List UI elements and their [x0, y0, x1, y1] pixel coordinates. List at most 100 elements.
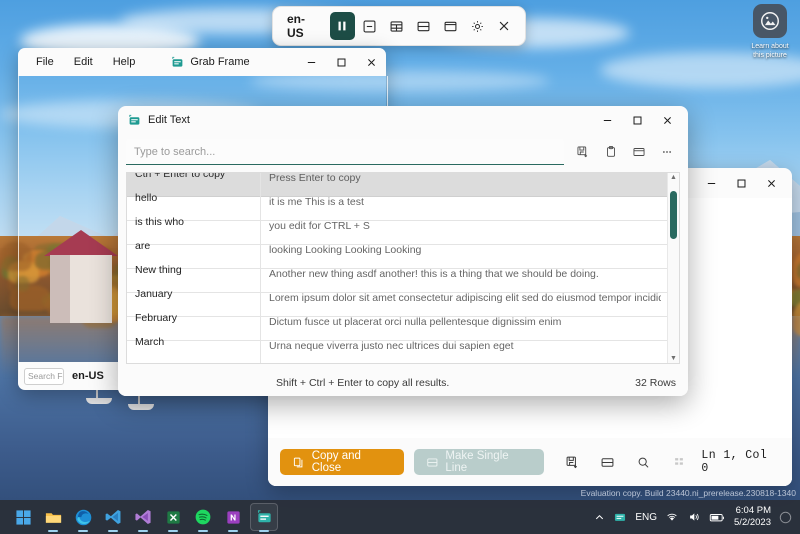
grab-maximize-button[interactable]	[326, 51, 356, 73]
table-scrollbar[interactable]: ▲ ▼	[667, 173, 679, 363]
grab-frame-titlebar[interactable]: File Edit Help Grab Frame	[18, 48, 386, 76]
settings-button[interactable]	[465, 12, 490, 40]
search-icon	[636, 455, 651, 470]
file-explorer-icon	[44, 508, 63, 527]
edit-text-search-row[interactable]: Type to search...	[118, 134, 688, 170]
grid-button[interactable]	[666, 449, 691, 475]
spotify-button[interactable]	[190, 504, 216, 530]
ocr-results-table[interactable]: Ctrl + Enter to copy Press Enter to copy…	[126, 172, 680, 364]
more-options-button[interactable]	[654, 139, 680, 165]
close-icon	[366, 57, 377, 68]
edit-text-close-button[interactable]	[652, 109, 682, 131]
cell-value: Lorem ipsum dolor sit amet consectetur a…	[261, 292, 661, 318]
menu-edit[interactable]: Edit	[64, 53, 103, 71]
evaluation-watermark: Evaluation copy. Build 23440.ni_prerelea…	[581, 488, 796, 498]
grab-frame-menubar[interactable]: File Edit Help	[18, 53, 145, 71]
status-line-col: Ln 1, Col 0	[701, 449, 780, 475]
cell-value: Another new thing asdf another! this is …	[261, 268, 661, 294]
close-button[interactable]	[492, 12, 517, 40]
window-button[interactable]	[438, 12, 463, 40]
windows-logo-icon	[15, 509, 32, 526]
cell-value: Dictum fusce ut placerat orci nulla pell…	[261, 316, 661, 342]
textgrab-button[interactable]	[250, 503, 278, 531]
excel-icon	[165, 509, 182, 526]
minimize-icon	[602, 115, 613, 126]
column-header-2: Press Enter to copy	[261, 172, 661, 198]
copy-and-close-button[interactable]: Copy and Close	[280, 449, 404, 475]
onenote-button[interactable]	[220, 504, 246, 530]
minimize-box-icon	[362, 19, 377, 34]
scroll-up-arrow[interactable]: ▲	[669, 174, 678, 181]
tray-language[interactable]: ENG	[635, 512, 657, 523]
cell-value: you edit for CTRL + S	[261, 220, 661, 246]
main-close-button[interactable]	[756, 172, 786, 194]
vscode-icon	[104, 508, 122, 526]
maximize-icon	[736, 178, 747, 189]
close-icon	[497, 19, 511, 33]
excel-button[interactable]	[160, 504, 186, 530]
menu-file[interactable]: File	[26, 53, 64, 71]
grab-frame-language: en-US	[72, 370, 104, 382]
save-button[interactable]	[560, 449, 585, 475]
pause-button[interactable]	[330, 12, 355, 40]
desktop-icon-learn-about-this-picture[interactable]: Learn about this picture	[744, 4, 796, 60]
make-single-line-button[interactable]: Make Single Line	[414, 449, 544, 475]
clock[interactable]: 6:04 PM 5/2/2023	[734, 505, 771, 529]
grab-close-button[interactable]	[356, 51, 386, 73]
search-input[interactable]: Search Fo	[24, 368, 64, 385]
main-window-footer[interactable]: Copy and Close Make Single Line	[268, 438, 792, 486]
scrollbar-thumb[interactable]	[670, 191, 677, 239]
vscode-button[interactable]	[100, 504, 126, 530]
wallpaper-boat	[128, 404, 154, 410]
pause-icon	[335, 19, 349, 33]
more-options-icon	[660, 145, 674, 159]
split-horizontal-icon	[416, 19, 431, 34]
cell-value: it is me This is a test	[261, 196, 661, 222]
search-input[interactable]: Type to search...	[126, 139, 564, 165]
edit-text-window[interactable]: Edit Text Type to search...	[118, 106, 688, 396]
edit-text-title: Edit Text	[148, 114, 190, 126]
close-icon	[662, 115, 673, 126]
menu-help[interactable]: Help	[103, 53, 146, 71]
onenote-icon	[225, 509, 242, 526]
start-button[interactable]	[10, 504, 36, 530]
visual-studio-button[interactable]	[130, 504, 156, 530]
gear-icon	[470, 19, 485, 34]
cell-value: Urna neque viverra justo nec ultrices du…	[261, 340, 661, 365]
floating-capture-bar[interactable]: en-US	[272, 6, 526, 46]
save-button[interactable]	[570, 139, 596, 165]
taskbar[interactable]: ENG 6:04 PM 5/2/2023	[0, 500, 800, 534]
edit-text-titlebar[interactable]: Edit Text	[118, 106, 688, 134]
scroll-down-arrow[interactable]: ▼	[669, 355, 678, 362]
chevron-up-icon	[594, 512, 605, 523]
split-horizontal-button[interactable]	[411, 12, 436, 40]
capture-bar-language: en-US	[287, 12, 318, 40]
search-button[interactable]	[631, 449, 656, 475]
file-explorer-button[interactable]	[40, 504, 66, 530]
textgrab-tray-icon	[613, 510, 627, 524]
edge-button[interactable]	[70, 504, 96, 530]
split-pane-button[interactable]	[626, 139, 652, 165]
main-maximize-button[interactable]	[726, 172, 756, 194]
table-grid-button[interactable]	[384, 12, 409, 40]
edit-text-minimize-button[interactable]	[592, 109, 622, 131]
grab-minimize-button[interactable]	[296, 51, 326, 73]
textgrab-icon	[256, 509, 273, 526]
clipboard-icon	[604, 145, 618, 159]
cell-value: looking Looking Looking Looking	[261, 244, 661, 270]
textgrab-app-icon	[171, 56, 184, 69]
grab-frame-title-text: Grab Frame	[190, 56, 249, 68]
copy-button[interactable]	[598, 139, 624, 165]
split-pane-icon	[632, 145, 646, 159]
edit-text-maximize-button[interactable]	[622, 109, 652, 131]
table-grid-icon	[389, 19, 404, 34]
close-icon	[766, 178, 777, 189]
clock-time: 6:04 PM	[734, 505, 771, 517]
save-icon	[565, 455, 580, 470]
maximize-icon	[632, 115, 643, 126]
minimize-box-button[interactable]	[357, 12, 382, 40]
system-tray[interactable]: ENG 6:04 PM 5/2/2023	[594, 505, 800, 529]
main-minimize-button[interactable]	[696, 172, 726, 194]
vs-icon	[134, 508, 152, 526]
split-pane-button[interactable]	[595, 449, 620, 475]
